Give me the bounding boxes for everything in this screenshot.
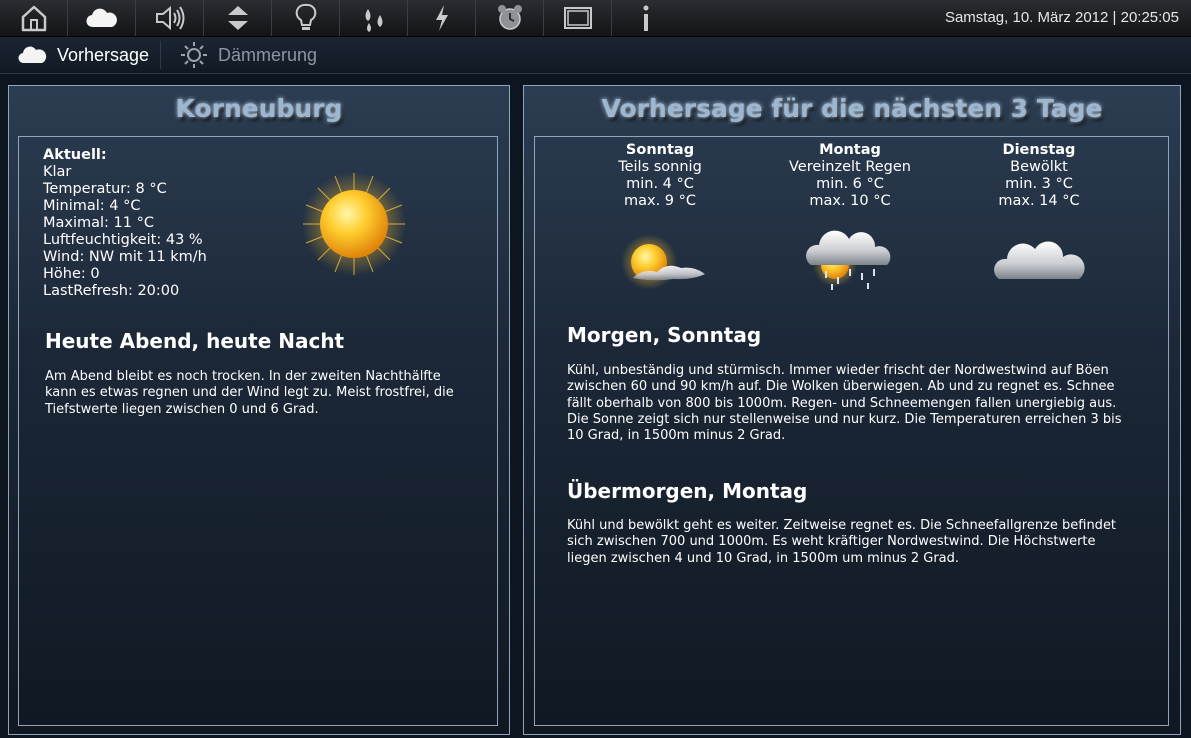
sub-tab-bar: Vorhersage Dämmerung	[0, 37, 1191, 74]
current-maximum: Maximal: 11 °C	[43, 215, 154, 231]
current-humidity: Luftfeuchtigkeit: 43 %	[43, 232, 203, 248]
day-after-tomorrow-text: Kühl und bewölkt geht es weiter. Zeitwei…	[567, 518, 1117, 566]
forecast-box: Sonntag Teils sonnig min. 4 °C max. 9 °C…	[534, 136, 1169, 726]
cloud-rain-sun-icon	[806, 230, 891, 290]
day-max: max. 9 °C	[623, 193, 697, 209]
top-toolbar: Samstag, 10. März 2012 | 20:25:05	[0, 0, 1191, 37]
cloud-icon	[18, 46, 47, 64]
tab-daemmerung[interactable]: Dämmerung	[180, 37, 317, 73]
forecast-day-sunday: Sonntag Teils sonnig min. 4 °C max. 9 °C	[560, 142, 760, 210]
day-min: min. 4 °C	[626, 176, 694, 192]
info-icon[interactable]	[612, 0, 680, 36]
sun-icon	[302, 172, 406, 276]
day-name: Sonntag	[625, 142, 695, 158]
date-time-display: Samstag, 10. März 2012 | 20:25:05	[944, 9, 1179, 26]
day-max: max. 10 °C	[809, 193, 891, 209]
speaker-icon[interactable]	[136, 0, 204, 36]
forecast-panel: Vorhersage für die nächsten 3 Tage Sonnt…	[523, 85, 1181, 735]
cloud-icon[interactable]	[68, 0, 136, 36]
lightbulb-icon[interactable]	[272, 0, 340, 36]
current-last-refresh: LastRefresh: 20:00	[43, 283, 180, 299]
current-weather-panel: Korneuburg Aktuell: Klar Temperatur: 8 °…	[8, 85, 510, 735]
tonight-heading: Heute Abend, heute Nacht	[45, 329, 345, 353]
day-name: Montag	[819, 142, 881, 158]
day-after-tomorrow-heading: Übermorgen, Montag	[567, 479, 808, 503]
water-drops-icon[interactable]	[340, 0, 408, 36]
sun-cloud-icon	[621, 234, 705, 290]
day-condition: Teils sonnig	[618, 159, 702, 175]
day-max: max. 14 °C	[998, 193, 1080, 209]
day-condition: Bewölkt	[1010, 159, 1068, 175]
lightning-icon[interactable]	[408, 0, 476, 36]
current-temperature: Temperatur: 8 °C	[43, 181, 167, 197]
current-heading: Aktuell:	[43, 147, 107, 163]
alarm-clock-icon[interactable]	[476, 0, 544, 36]
day-min: min. 6 °C	[816, 176, 884, 192]
tomorrow-text: Kühl, unbeständig und stürmisch. Immer w…	[567, 363, 1122, 444]
current-conditions: Aktuell: Klar Temperatur: 8 °C Minimal: …	[43, 147, 207, 300]
tab-vorhersage-label: Vorhersage	[57, 44, 150, 65]
forecast-title: Vorhersage für die nächsten 3 Tage	[601, 94, 1103, 123]
current-wind: Wind: NW mit 11 km/h	[43, 249, 207, 265]
tonight-text: Am Abend bleibt es noch trocken. In der …	[45, 369, 454, 417]
sun-icon	[181, 42, 207, 68]
tomorrow-heading: Morgen, Sonntag	[567, 323, 762, 347]
current-altitude: Höhe: 0	[43, 266, 100, 282]
location-title: Korneuburg	[175, 94, 343, 123]
screen-icon[interactable]	[544, 0, 612, 36]
day-min: min. 3 °C	[1005, 176, 1073, 192]
forecast-day-monday: Montag Vereinzelt Regen min. 6 °C max. 1…	[750, 142, 950, 210]
up-down-arrows-icon[interactable]	[204, 0, 272, 36]
cloud-icon	[994, 241, 1085, 279]
day-name: Dienstag	[1002, 142, 1076, 158]
tab-daemmerung-label: Dämmerung	[218, 44, 318, 65]
current-minimum: Minimal: 4 °C	[43, 198, 141, 214]
home-icon[interactable]	[0, 0, 68, 36]
tab-vorhersage[interactable]: Vorhersage	[18, 37, 149, 73]
current-condition: Klar	[43, 164, 72, 180]
tab-divider	[160, 41, 161, 69]
day-condition: Vereinzelt Regen	[788, 159, 911, 175]
current-weather-box: Aktuell: Klar Temperatur: 8 °C Minimal: …	[18, 136, 498, 726]
forecast-day-tuesday: Dienstag Bewölkt min. 3 °C max. 14 °C	[939, 142, 1139, 210]
